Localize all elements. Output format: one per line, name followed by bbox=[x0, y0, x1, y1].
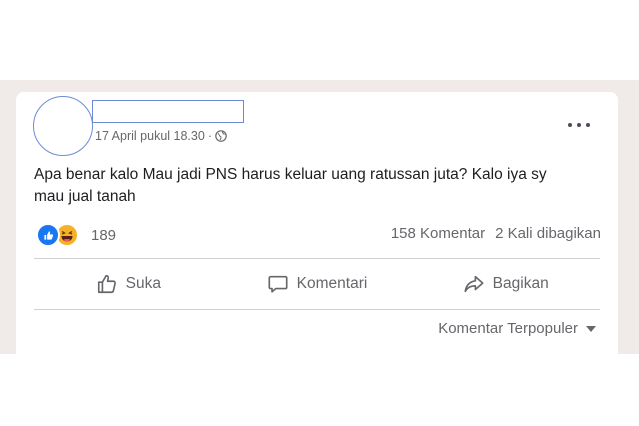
share-label: Bagikan bbox=[492, 275, 549, 292]
share-count[interactable]: 2 Kali dibagikan bbox=[495, 225, 601, 242]
post-text-line: Apa benar kalo Mau jadi PNS harus keluar… bbox=[34, 166, 547, 183]
avatar[interactable] bbox=[33, 96, 93, 156]
like-label: Suka bbox=[125, 275, 161, 292]
globe-icon[interactable] bbox=[215, 130, 227, 142]
comment-label: Komentari bbox=[296, 275, 368, 292]
divider bbox=[34, 309, 600, 310]
share-icon bbox=[464, 275, 484, 293]
share-button[interactable]: Bagikan bbox=[411, 263, 600, 305]
action-bar: Suka Komentari Bagikan bbox=[34, 263, 600, 305]
author-name-redacted[interactable] bbox=[92, 100, 244, 123]
comment-count[interactable]: 158 Komentar bbox=[391, 225, 485, 242]
more-options-icon[interactable] bbox=[568, 118, 590, 132]
post-text-line: mau jual tanah bbox=[34, 188, 136, 205]
post-card: 17 April pukul 18.30 · Apa benar kalo Ma… bbox=[16, 92, 618, 354]
reaction-count: 189 bbox=[91, 226, 117, 244]
comment-button[interactable]: Komentari bbox=[223, 263, 412, 305]
comment-icon bbox=[268, 275, 288, 293]
reactions-summary[interactable]: 189 bbox=[36, 223, 116, 247]
meta-separator: · bbox=[207, 129, 212, 143]
thumbs-up-icon bbox=[97, 274, 116, 294]
like-button[interactable]: Suka bbox=[34, 263, 223, 305]
post-meta: 17 April pukul 18.30 · bbox=[95, 129, 227, 143]
divider bbox=[34, 258, 600, 259]
like-reaction-icon bbox=[36, 223, 60, 247]
post-text: Apa benar kalo Mau jadi PNS harus keluar… bbox=[34, 164, 604, 208]
comment-sort-dropdown[interactable]: Komentar Terpopuler bbox=[438, 320, 596, 337]
post-stats: 158 Komentar 2 Kali dibagikan bbox=[391, 225, 601, 242]
post-timestamp[interactable]: 17 April pukul 18.30 bbox=[95, 129, 205, 143]
comment-sort-label: Komentar Terpopuler bbox=[438, 320, 578, 337]
chevron-down-icon bbox=[586, 325, 596, 332]
